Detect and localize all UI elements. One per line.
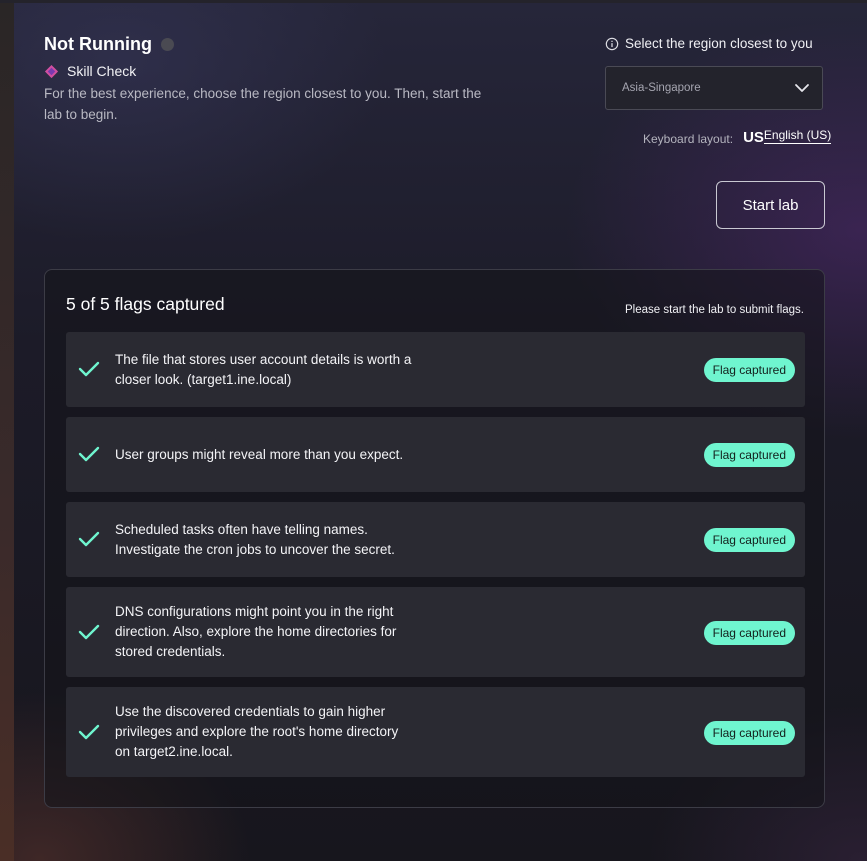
- flag-item: Scheduled tasks often have telling names…: [66, 502, 805, 577]
- flag-item: User groups might reveal more than you e…: [66, 417, 805, 492]
- start-lab-button[interactable]: Start lab: [716, 181, 825, 229]
- check-icon: [78, 724, 100, 740]
- flag-item: The file that stores user account detail…: [66, 332, 805, 407]
- flag-item: DNS configurations might point you in th…: [66, 587, 805, 677]
- flag-item-text: Use the discovered credentials to gain h…: [115, 704, 399, 759]
- flag-item: Use the discovered credentials to gain h…: [66, 687, 805, 777]
- flag-status-badge: Flag captured: [703, 621, 795, 645]
- keyboard-layout-name: English (US): [763, 128, 832, 144]
- region-select[interactable]: Asia-Singapore: [605, 66, 823, 110]
- flag-item-text: Scheduled tasks often have telling names…: [115, 522, 395, 557]
- flag-status-badge: Flag captured: [703, 358, 795, 382]
- check-icon: [78, 531, 100, 547]
- flags-note: Please start the lab to submit flags.: [625, 304, 804, 316]
- lab-status-title: Not Running: [44, 34, 152, 54]
- keyboard-layout-code: US: [743, 129, 764, 146]
- flag-item-text: The file that stores user account detail…: [115, 352, 412, 387]
- chevron-down-icon: [795, 84, 809, 92]
- flags-panel: 5 of 5 flags captured Please start the l…: [44, 269, 825, 808]
- status-indicator-icon: [160, 38, 174, 51]
- flag-item-text: DNS configurations might point you in th…: [115, 604, 397, 659]
- window-frame-top: [0, 0, 867, 3]
- lab-description: For the best experience, choose the regi…: [44, 86, 482, 122]
- region-label: Select the region closest to you: [605, 36, 813, 51]
- region-label-text: Select the region closest to you: [625, 36, 813, 51]
- lab-type: Skill Check: [44, 63, 136, 79]
- check-icon: [78, 624, 100, 640]
- flag-status-badge: Flag captured: [703, 721, 795, 745]
- check-icon: [78, 361, 100, 377]
- flags-summary: 5 of 5 flags captured: [66, 294, 225, 314]
- info-icon: [605, 37, 619, 50]
- flag-item-text: User groups might reveal more than you e…: [115, 447, 404, 462]
- flag-status-badge: Flag captured: [703, 443, 795, 467]
- keyboard-layout-selector[interactable]: US English (US): [743, 128, 832, 148]
- skill-check-icon: [44, 64, 59, 78]
- flag-status-badge: Flag captured: [703, 528, 795, 552]
- check-icon: [78, 446, 100, 462]
- keyboard-layout: Keyboard layout: US English (US): [643, 128, 832, 148]
- window-frame-left: [0, 0, 14, 861]
- lab-type-label: Skill Check: [67, 63, 137, 79]
- lab-status: Not Running: [44, 34, 174, 55]
- lab-page: Not Running Skill Check For the best exp…: [0, 0, 867, 861]
- region-selected-value: Asia-Singapore: [622, 82, 701, 94]
- keyboard-layout-label: Keyboard layout:: [643, 132, 734, 146]
